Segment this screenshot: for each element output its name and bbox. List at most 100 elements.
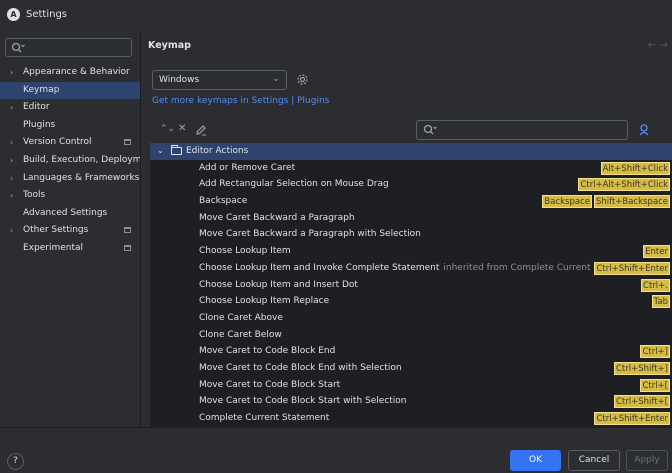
shortcut-badge: Ctrl+. — [641, 278, 670, 292]
keymap-panel: Keymap ← → Windows ⌄ Get more keymaps in… — [141, 32, 672, 427]
shortcut-list: Ctrl+] — [640, 345, 670, 359]
action-label: Add or Remove Caret — [199, 160, 295, 177]
shortcut-list: Alt+Shift+Click — [600, 161, 670, 175]
action-name: Move Caret to Code Block End — [199, 346, 336, 357]
action-name: Move Caret Backward a Paragraph with Sel… — [199, 229, 421, 240]
action-label: Add Rectangular Selection on Mouse Drag — [199, 176, 389, 193]
tree-group-editor-actions[interactable]: ⌄ Editor Actions — [150, 143, 672, 160]
project-scope-icon — [124, 244, 131, 251]
sidebar-item-label: Appearance & Behavior — [23, 67, 130, 77]
shortcut-list: Ctrl+Shift+] — [613, 361, 670, 375]
shortcut-badge: Ctrl+Shift+[ — [613, 395, 670, 409]
shortcut-list: Ctrl+[ — [640, 378, 670, 392]
action-name: Move Caret Backward a Paragraph — [199, 212, 355, 223]
action-row[interactable]: Move Caret to Code Block End Ctrl+] — [150, 343, 672, 360]
sidebar-item[interactable]: › Other Settings — [0, 222, 140, 240]
action-name: Backspace — [199, 196, 248, 207]
folder-icon — [171, 145, 182, 155]
shortcut-badge: Shift+Backspace — [593, 195, 670, 209]
chevron-right-icon[interactable]: › — [10, 170, 13, 188]
chevron-right-icon[interactable]: › — [10, 64, 13, 82]
apply-button[interactable]: Apply — [626, 450, 668, 471]
action-row[interactable]: Clone Caret Above — [150, 310, 672, 327]
app-logo-icon: A — [7, 8, 20, 21]
action-row[interactable]: Move Caret Backward a Paragraph with Sel… — [150, 226, 672, 243]
chevron-right-icon[interactable]: › — [10, 222, 13, 240]
sidebar-item[interactable]: › Tools — [0, 187, 140, 205]
action-row[interactable]: Choose Lookup Item Replace Tab — [150, 293, 672, 310]
action-label: Clone Caret Below — [199, 327, 282, 344]
action-label: Choose Lookup Item and Insert Dot — [199, 277, 358, 294]
title-bar: A Settings — [0, 0, 672, 32]
chevron-right-icon[interactable]: › — [10, 99, 13, 117]
search-icon — [423, 124, 437, 135]
sidebar-item[interactable]: › Version Control — [0, 134, 140, 152]
action-label: Move Caret Backward a Paragraph with Sel… — [199, 226, 421, 243]
action-label: Move Caret to Code Block End with Select… — [199, 360, 402, 377]
shortcut-badge: Ctrl+Shift+Enter — [594, 261, 670, 275]
action-row[interactable]: Complete Current Statement Ctrl+Shift+Ent… — [150, 410, 672, 427]
sidebar-item[interactable]: Keymap — [0, 81, 140, 100]
collapse-all-icon[interactable]: ✕ — [178, 123, 186, 134]
find-by-shortcut-icon[interactable] — [638, 123, 651, 136]
chevron-right-icon[interactable]: › — [10, 187, 13, 205]
get-more-keymaps-link[interactable]: Get more keymaps in Settings | Plugins — [152, 96, 329, 106]
shortcut-list: Backspace Shift+Backspace — [542, 195, 670, 209]
action-row[interactable]: Choose Lookup Item Enter — [150, 243, 672, 260]
shortcut-badge: Ctrl+Shift+] — [613, 361, 670, 375]
action-search-input[interactable] — [416, 120, 628, 140]
sidebar-item-label: Languages & Frameworks — [23, 172, 140, 183]
sidebar-item-label: Advanced Settings — [23, 207, 108, 218]
page-title: Keymap — [148, 40, 191, 51]
sidebar-item-label: Other Settings — [23, 225, 89, 236]
action-row[interactable]: Choose Lookup Item and Insert Dot Ctrl+. — [150, 277, 672, 294]
chevron-right-icon[interactable]: › — [10, 134, 13, 152]
action-row[interactable]: Choose Lookup Item and Invoke Complete S… — [150, 260, 672, 277]
expand-all-icon[interactable]: ⌃⌄ — [160, 124, 175, 134]
action-row[interactable]: Backspace Backspace Shift+Backspace — [150, 193, 672, 210]
action-name: Add Rectangular Selection on Mouse Drag — [199, 179, 389, 190]
action-label: Move Caret Backward a Paragraph — [199, 210, 355, 227]
settings-search-input[interactable] — [5, 38, 132, 57]
sidebar-item[interactable]: Plugins — [0, 117, 140, 135]
sidebar-item-label: Build, Execution, Deployment — [23, 154, 140, 165]
sidebar-item[interactable]: › Build, Execution, Deployment — [0, 152, 140, 170]
sidebar-item[interactable]: Advanced Settings — [0, 205, 140, 223]
gear-icon[interactable] — [296, 73, 309, 86]
action-row[interactable]: Move Caret to Code Block End with Select… — [150, 360, 672, 377]
keymap-dropdown[interactable]: Windows ⌄ — [152, 70, 287, 90]
keymap-action-tree: ⌄ Editor Actions Add or Remove Caret Alt+… — [150, 143, 672, 427]
shortcut-list: Ctrl+Shift+Enter — [594, 412, 670, 425]
action-label: Move Caret to Code Block Start — [199, 377, 340, 394]
action-label: Complete Current Statement — [199, 410, 329, 427]
cancel-button[interactable]: Cancel — [568, 450, 620, 471]
action-name: Move Caret to Code Block Start — [199, 379, 341, 390]
sidebar-item-label: Experimental — [23, 242, 84, 253]
sidebar-item-label: Keymap — [23, 84, 60, 95]
sidebar-item-label: Editor — [23, 102, 50, 113]
action-name: Choose Lookup Item and Invoke Complete S… — [199, 262, 440, 273]
sidebar-item[interactable]: › Appearance & Behavior — [0, 64, 140, 82]
dialog-footer: ? OK Cancel Apply — [0, 427, 672, 473]
shortcut-list: Ctrl+Shift+[ — [613, 395, 670, 409]
action-name: Choose Lookup Item and Insert Dot — [199, 279, 358, 290]
edit-pencil-icon[interactable] — [195, 124, 207, 136]
action-row[interactable]: Add or Remove Caret Alt+Shift+Click — [150, 160, 672, 177]
ok-button[interactable]: OK — [510, 450, 561, 471]
window-title: Settings — [26, 9, 68, 20]
shortcut-list: Tab — [651, 295, 670, 309]
sidebar-item[interactable]: Experimental — [0, 240, 140, 258]
action-label: Choose Lookup Item — [199, 243, 291, 260]
action-row[interactable]: Move Caret to Code Block Start with Sele… — [150, 393, 672, 410]
chevron-right-icon[interactable]: › — [10, 152, 13, 170]
chevron-down-icon[interactable]: ⌄ — [157, 143, 164, 160]
action-row[interactable]: Move Caret to Code Block Start Ctrl+[ — [150, 377, 672, 394]
sidebar-item[interactable]: › Languages & Frameworks — [0, 170, 140, 188]
action-row[interactable]: Move Caret Backward a Paragraph — [150, 210, 672, 227]
action-row[interactable]: Clone Caret Below — [150, 327, 672, 344]
shortcut-badge: Ctrl+] — [640, 345, 670, 359]
back-forward-icon[interactable]: ← → — [648, 40, 668, 51]
help-button[interactable]: ? — [7, 453, 24, 470]
sidebar-item[interactable]: › Editor — [0, 99, 140, 117]
action-row[interactable]: Add Rectangular Selection on Mouse Drag C… — [150, 176, 672, 193]
